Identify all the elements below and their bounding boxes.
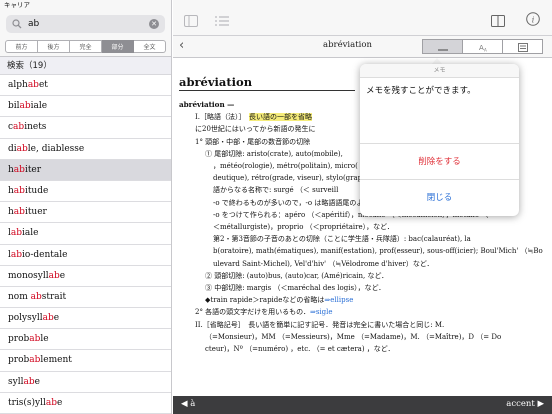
- previous-entry-link[interactable]: ◀ à: [181, 399, 195, 409]
- memo-textarea[interactable]: メモを残すことができます。: [360, 78, 519, 144]
- entry-tool-buttons: AA: [422, 39, 543, 54]
- cross-reference-link[interactable]: ⇒ellipse: [324, 296, 353, 304]
- result-item[interactable]: alphabet: [0, 75, 171, 97]
- svg-text:i: i: [532, 16, 535, 25]
- result-item[interactable]: polysyllabe: [0, 308, 171, 330]
- list-icon[interactable]: [215, 12, 229, 26]
- clear-icon[interactable]: ✕: [149, 19, 159, 29]
- result-item[interactable]: monosyllabe: [0, 266, 171, 287]
- entry-title: abréviation: [323, 40, 372, 50]
- entry-navbar: ‹ abréviation AA: [173, 36, 552, 58]
- search-input[interactable]: ab ✕: [6, 15, 165, 33]
- results-count-header: 検索（19）: [0, 57, 171, 75]
- segment-1[interactable]: 後方: [38, 40, 70, 53]
- search-query: ab: [28, 19, 40, 29]
- memo-popover: メモ メモを残すことができます。 削除をする 閉じる: [360, 64, 519, 216]
- result-item[interactable]: syllabe: [0, 372, 171, 393]
- result-item[interactable]: tris(s)yllabe: [0, 393, 171, 414]
- status-bar: キャリア: [0, 0, 171, 11]
- result-item[interactable]: probablement: [0, 350, 171, 372]
- segment-2[interactable]: 完全: [70, 40, 102, 53]
- cross-reference-link[interactable]: ⇒sigle: [310, 308, 333, 316]
- bookmark-icon: [517, 37, 528, 56]
- entry-line: cteur)，Nº （=numéro) ，etc. （= et cætera) …: [205, 345, 395, 354]
- search-mode-segments: 前方 後方 完全 部分 全文: [0, 37, 171, 57]
- entry-line: ◆train rapide＞rapideなどの省略は⇒ellipse: [205, 296, 354, 305]
- segment-3[interactable]: 部分: [102, 40, 134, 53]
- headword-rule: [179, 90, 355, 91]
- result-item[interactable]: probable: [0, 329, 171, 351]
- result-item[interactable]: cabinets: [0, 117, 171, 139]
- minus-icon: [437, 37, 448, 56]
- search-icon: [10, 17, 24, 31]
- entry-line: ② 頭部切除: (auto)bus, (auto)car, (Amé)ricai…: [205, 271, 389, 280]
- entry-line: 第2・第3音節の子音のあとの切除（ことに学生語・兵隊語）: bac(calaur…: [213, 235, 471, 244]
- segment-0[interactable]: 前方: [5, 40, 38, 53]
- entry-line: 2° 各語の頭文字だけを用いるもの．⇒sigle: [195, 308, 333, 317]
- entry-line: ulevard Saint-Michel), Vel'd'hiv' （≒Vélo…: [213, 259, 434, 268]
- result-item[interactable]: nom abstrait: [0, 287, 171, 309]
- results-list: alphabet bilabiale cabinets diable, diables…: [0, 75, 171, 414]
- result-item[interactable]: bilabiale: [0, 96, 171, 118]
- carrier-label: キャリア: [4, 1, 30, 9]
- font-size-button[interactable]: AA: [462, 39, 503, 54]
- result-item[interactable]: labiale: [0, 223, 171, 245]
- result-item[interactable]: diable, diablesse: [0, 139, 171, 160]
- sidebar-toggle-icon[interactable]: [184, 12, 198, 27]
- sidebar: キャリア ab ✕ 前方 後方 完全 部分 全文 検索（19） alphabet bila…: [0, 0, 172, 414]
- entry-line: ③ 中部切除: margis （＜maréchal des logis），など．: [205, 284, 386, 293]
- font-size-icon: AA: [478, 37, 488, 56]
- result-item[interactable]: habiter: [0, 159, 171, 181]
- memo-button[interactable]: [422, 39, 463, 54]
- bookmark-button[interactable]: [502, 39, 543, 54]
- book-icon[interactable]: [491, 12, 505, 27]
- close-memo-button[interactable]: 閉じる: [360, 180, 519, 216]
- bottom-navigation: ◀ à accent ▶: [173, 396, 552, 414]
- delete-memo-button[interactable]: 削除をする: [360, 144, 519, 180]
- result-item[interactable]: labio-dentale: [0, 245, 171, 266]
- entry-line: b(oratoire), math(ématiques), manif(esta…: [213, 247, 543, 256]
- next-entry-link[interactable]: accent ▶: [506, 399, 544, 409]
- svg-text:A: A: [484, 48, 487, 53]
- back-button[interactable]: ‹: [179, 39, 184, 53]
- search-area: ab ✕: [0, 11, 171, 37]
- memo-title: メモ: [360, 64, 519, 78]
- segment-4[interactable]: 全文: [134, 40, 166, 53]
- info-icon[interactable]: i: [526, 11, 540, 26]
- top-toolbar: i: [173, 0, 552, 36]
- entry-line: ＜métallurgiste)，proprio （＜propriétaire），…: [213, 223, 394, 232]
- result-item[interactable]: habituer: [0, 202, 171, 224]
- entry-line: （=Monsieur)，MM （=Messieurs)，Mme （=Madame…: [205, 332, 502, 341]
- entry-line: II.［省略記号］ 長い語を簡単に記す記号．発音は完全に書いた場合と同じ: M.: [195, 320, 445, 329]
- result-item[interactable]: habitude: [0, 181, 171, 203]
